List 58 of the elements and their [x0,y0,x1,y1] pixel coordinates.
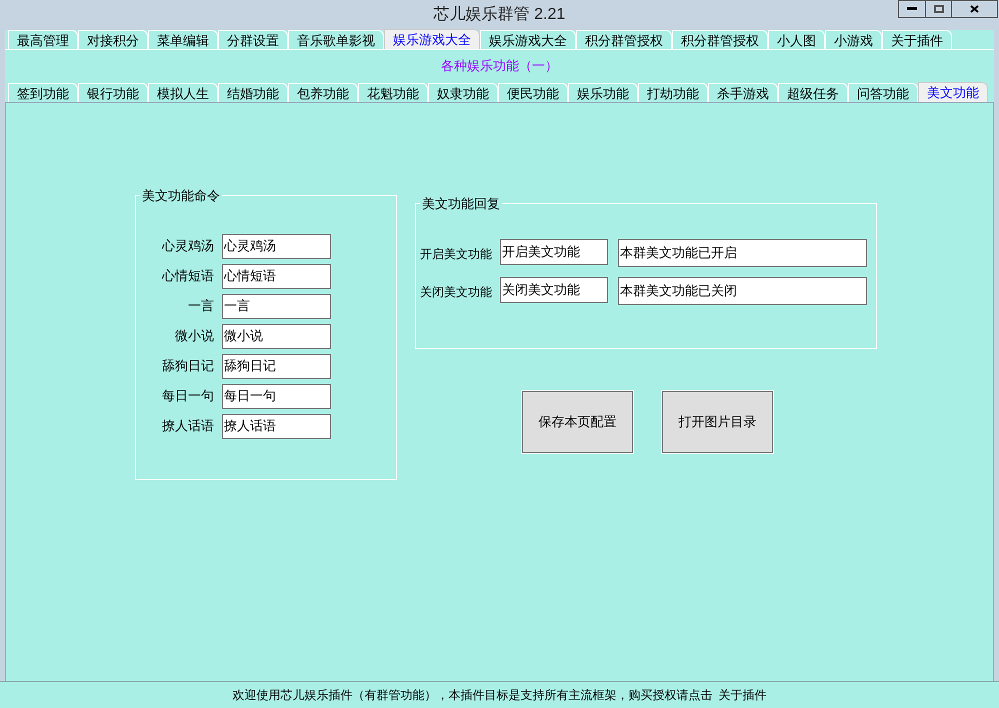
minimize-icon [907,7,917,11]
tab[interactable]: 奴隶功能 [428,83,498,102]
close-button[interactable] [952,0,998,18]
tab[interactable]: 模拟人生 [148,83,218,102]
tab[interactable]: 包养功能 [288,83,358,102]
action-button[interactable]: 打开图片目录 [662,391,773,453]
input-field[interactable]: 每日一句 [222,384,331,408]
tab[interactable]: 超级任务 [778,83,848,102]
minimize-button[interactable] [898,0,926,18]
tab[interactable]: 菜单编辑 [148,30,218,49]
input-field[interactable]: 开启美文功能 [500,238,608,264]
field-label: 微小说 [174,327,215,346]
input-field[interactable]: 撩人话语 [222,414,331,438]
input-field[interactable]: 舔狗日记 [222,354,331,378]
input-field[interactable]: 本群美文功能已关闭 [618,276,867,304]
field-label: 一言 [187,297,215,316]
input-field[interactable]: 微小说 [222,324,331,348]
action-button[interactable]: 保存本页配置 [522,391,633,453]
input-field[interactable]: 心灵鸡汤 [222,234,331,258]
tab[interactable]: 银行功能 [78,83,148,102]
status-text: 欢迎使用芯儿娱乐插件（有群管功能），本插件目标是支持所有主流框架，购买授权请点击 [232,687,712,704]
close-icon [970,5,979,13]
tab[interactable]: 积分群管授权 [576,30,672,49]
input-field[interactable]: 本群美文功能已开启 [618,238,867,266]
input-field[interactable]: 关闭美文功能 [500,276,608,302]
maximize-button[interactable] [926,0,952,18]
about-link[interactable]: 关于插件 [718,686,766,704]
input-field[interactable]: 心情短语 [222,264,331,288]
field-label: 心灵鸡汤 [160,237,215,256]
tab[interactable]: 花魁功能 [358,83,428,102]
maximize-icon [934,5,944,13]
tab[interactable]: 娱乐功能 [568,83,638,102]
field-label: 舔狗日记 [161,357,215,376]
tab[interactable]: 最高管理 [8,30,78,49]
tab[interactable]: 签到功能 [8,83,78,102]
tab[interactable]: 小人图 [768,30,825,49]
field-label: 撩人话语 [161,417,215,436]
field-label: 每日一句 [161,387,215,406]
tab[interactable]: 打劫功能 [638,83,708,102]
tab[interactable]: 便民功能 [498,83,568,102]
tab[interactable]: 对接积分 [78,30,148,49]
tab[interactable]: 分群设置 [218,30,288,49]
window-title: 芯儿娱乐群管 2.21 [434,4,566,25]
tab[interactable]: 娱乐游戏大全 [384,29,480,49]
tab[interactable]: 结婚功能 [218,83,288,102]
tab[interactable]: 关于插件 [882,30,952,49]
field-label: 心情短语 [160,267,215,286]
group-title: 美文功能回复 [421,195,501,213]
tab[interactable]: 杀手游戏 [708,83,778,102]
tab[interactable]: 积分群管授权 [672,30,768,49]
group-title: 美文功能命令 [141,187,221,205]
section-title: 各种娱乐功能（一） [441,57,558,76]
input-field[interactable]: 一言 [222,294,331,318]
field-label: 开启美文功能 [419,246,493,262]
tab[interactable]: 小游戏 [825,30,882,49]
field-label: 关闭美文功能 [419,284,493,300]
tab[interactable]: 美文功能 [918,82,988,102]
tab[interactable]: 娱乐游戏大全 [480,30,576,49]
